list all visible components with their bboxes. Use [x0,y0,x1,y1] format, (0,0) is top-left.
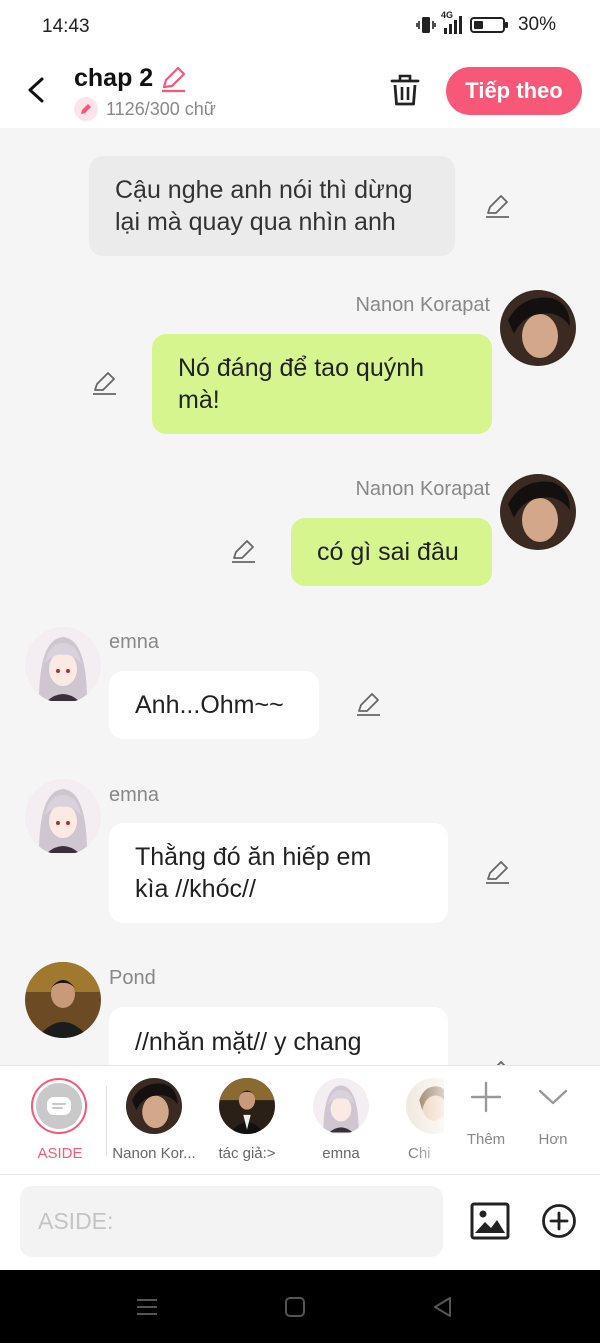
message-line: có gì sai đâu [317,538,459,566]
message-line: mà! [178,386,220,414]
home-nav-icon[interactable] [282,1294,308,1320]
avatar[interactable] [500,290,576,366]
input-bar [0,1175,600,1270]
pencil-icon[interactable] [90,369,118,397]
message-bubble[interactable]: có gì sai đâu [291,518,492,586]
message-line: Nó đáng để tao quýnh [178,354,425,382]
speaker-name: Nanon Korapat [355,478,490,500]
message-bubble[interactable]: Anh...Ohm~~ [109,671,319,739]
next-button[interactable]: Tiếp theo [446,67,582,115]
avatar [313,1078,369,1134]
avatar [219,1078,275,1134]
character-item[interactable]: Chi [384,1078,444,1162]
battery-icon [469,17,508,33]
character-label: tác giả:> [218,1145,276,1162]
character-item[interactable]: tác giả:> [197,1078,297,1162]
message-bubble[interactable]: Thằng đó ăn hiếp em kìa //khóc// [109,823,448,923]
character-item[interactable]: emna [291,1078,391,1162]
pencil-icon [74,97,98,121]
word-count: 1126/300 chữ [74,97,216,121]
plus-icon [470,1081,502,1113]
speaker-name: emna [109,784,160,806]
avatar[interactable] [25,627,101,703]
message-line: lại mà quay qua nhìn anh [115,208,396,236]
avatar[interactable] [500,474,576,550]
narration-bubble[interactable]: Cậu nghe anh nói thì dừng lại mà quay qua… [89,156,455,256]
pencil-icon[interactable] [483,1058,511,1065]
pencil-icon[interactable] [158,64,188,94]
system-nav-bar [0,1270,600,1343]
message-input[interactable] [20,1186,443,1257]
aside-icon [36,1083,82,1129]
chat-area[interactable]: Cậu nghe anh nói thì dừng lại mà quay qua… [0,128,600,1065]
add-character-label: Thêm [466,1131,506,1148]
message-bubble[interactable]: Nó đáng để tao quýnh mà! [152,334,492,434]
menu-nav-icon[interactable] [134,1294,160,1320]
chapter-title[interactable]: chap 2 [74,64,153,93]
vibrate-icon [416,17,436,33]
character-label: Chi [408,1145,431,1162]
chevron-down-icon [538,1089,568,1105]
avatar[interactable] [25,962,101,1038]
message-line: Thằng đó ăn hiếp em [135,843,372,871]
image-icon[interactable] [470,1201,510,1241]
plus-circle-icon[interactable] [541,1203,577,1239]
message-line: //nhăn mặt// y chang [135,1028,362,1056]
aside-button[interactable] [31,1078,87,1134]
battery-level: 30% [517,14,556,35]
pencil-icon[interactable] [483,858,511,886]
avatar [126,1078,182,1134]
back-nav-icon[interactable] [430,1294,456,1320]
character-item[interactable]: Nanon Kor... [104,1078,204,1162]
avatar[interactable] [25,779,101,855]
pencil-icon[interactable] [354,690,382,718]
speaker-name: Pond [109,967,156,989]
speaker-name: emna [109,631,160,653]
back-icon[interactable] [22,73,52,107]
speaker-name: Nanon Korapat [355,294,490,316]
message-bubble[interactable]: //nhăn mặt// y chang [109,1007,448,1065]
editor-header: chap 2 1126/300 chữ Tiếp theo [0,55,600,128]
character-label: Nanon Kor... [112,1145,196,1162]
word-count-text: 1126/300 chữ [106,98,216,119]
avatar [406,1078,444,1134]
expand-label: Hơn [538,1131,568,1148]
status-time: 14:43 [42,16,90,37]
expand-characters-button[interactable]: Hơn [523,1080,583,1148]
message-line: kìa //khóc// [135,875,256,903]
character-label: emna [322,1145,360,1162]
message-line: Cậu nghe anh nói thì dừng [115,176,413,204]
aside-label: ASIDE [37,1145,83,1162]
character-bar: ASIDE Nanon Kor... tác giả:> emna Chi Th… [0,1065,600,1175]
trash-icon[interactable] [388,72,422,108]
pencil-icon[interactable] [483,192,511,220]
add-character-button[interactable]: Thêm [456,1080,516,1148]
pencil-icon[interactable] [229,537,257,565]
status-icons: 4G 30% [416,10,556,36]
message-line: Anh...Ohm~~ [135,691,284,719]
status-bar: 14:43 4G 30% [0,0,600,55]
network-type: 4G [440,10,453,20]
signal-icon: 4G [441,10,462,34]
